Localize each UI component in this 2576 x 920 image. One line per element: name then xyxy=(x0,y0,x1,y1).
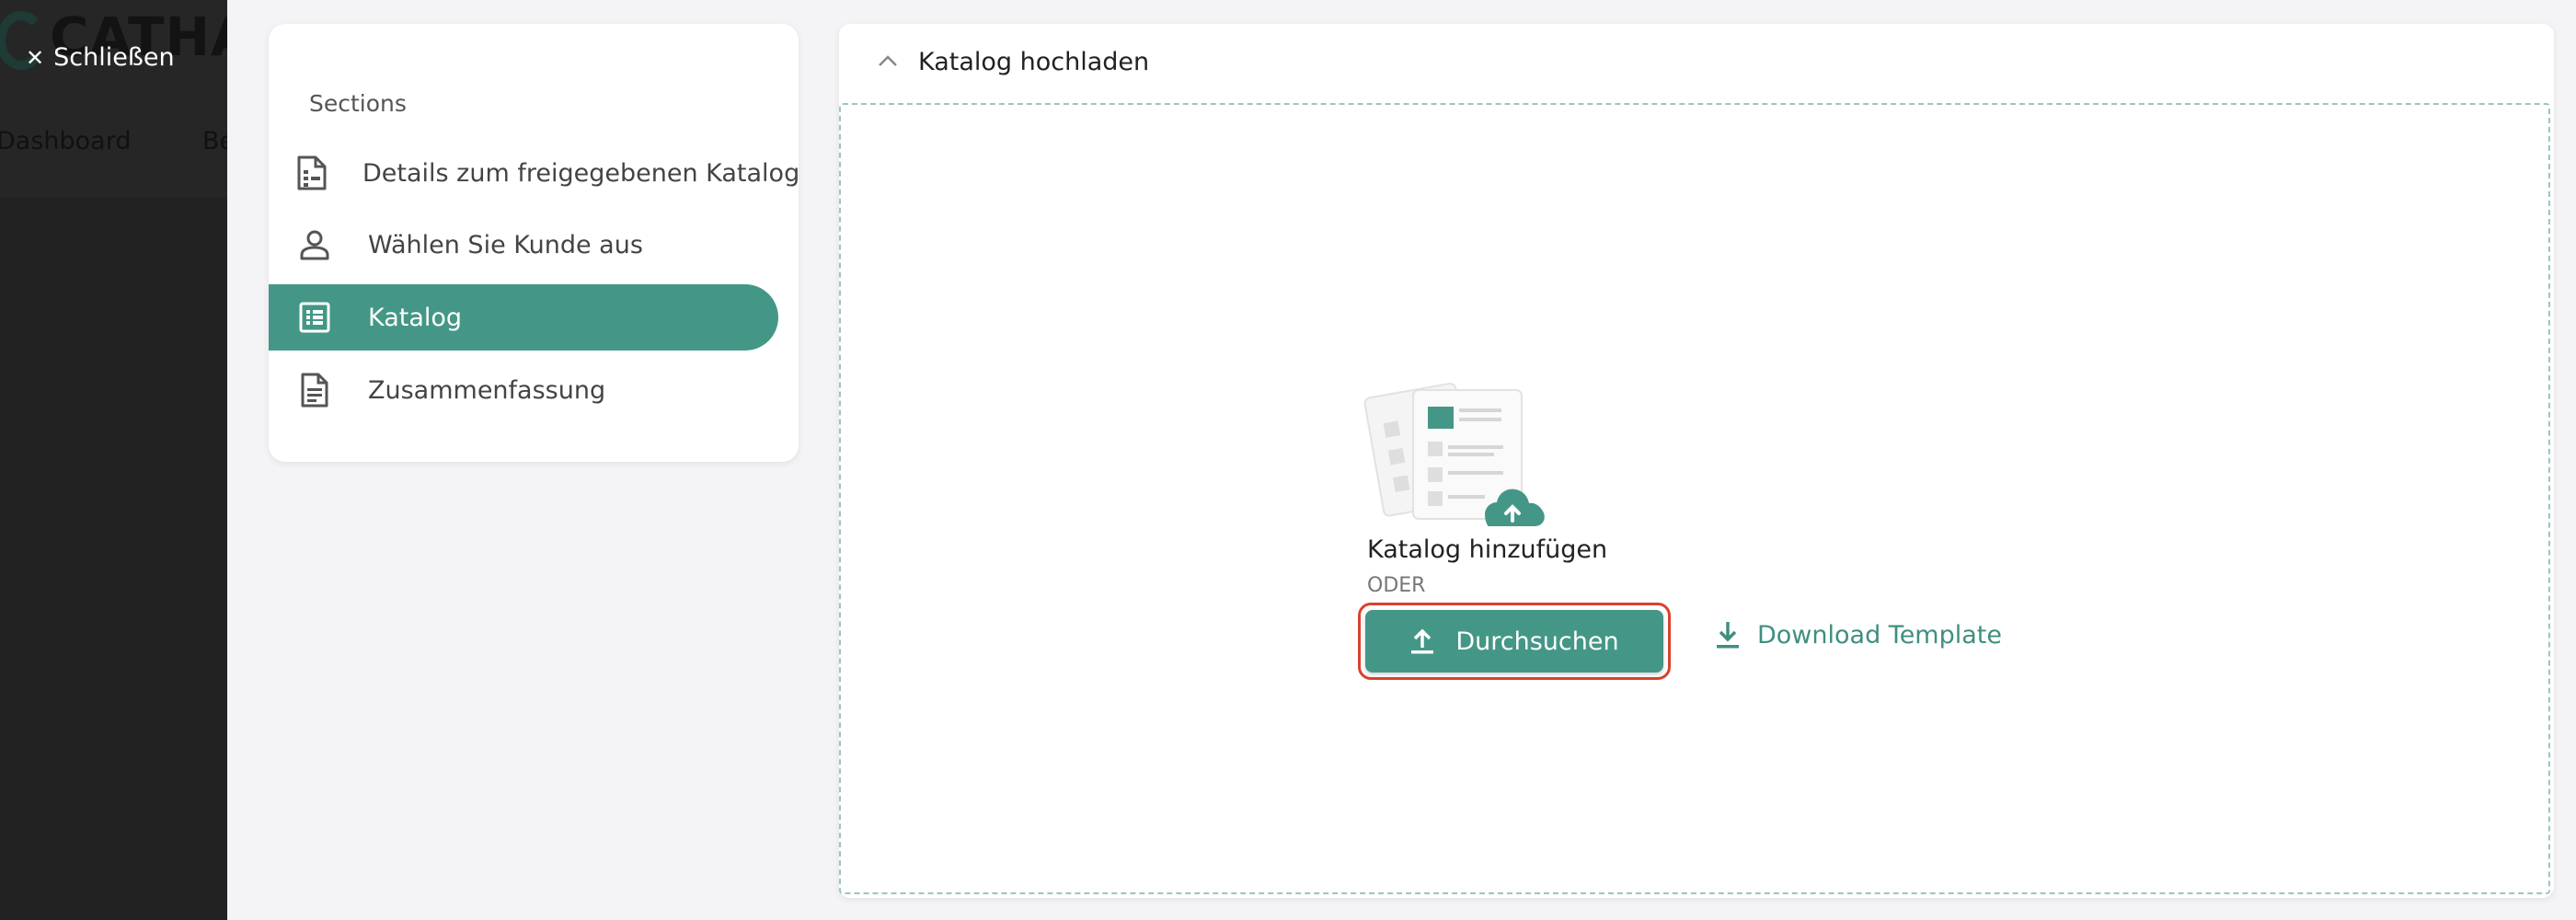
upload-panel: Katalog hochladen Katalog hinzufügen ODE… xyxy=(839,24,2554,898)
section-item-label: Zusammenfassung xyxy=(368,375,606,405)
download-icon xyxy=(1717,622,1739,649)
upload-illustration-icon xyxy=(1363,382,1545,526)
upload-icon xyxy=(1411,628,1434,654)
browse-button[interactable]: Durchsuchen xyxy=(1365,610,1663,673)
list-icon xyxy=(296,299,333,336)
panel-title: Katalog hochladen xyxy=(918,48,1150,76)
person-icon xyxy=(296,226,333,263)
browse-button-label: Durchsuchen xyxy=(1455,627,1619,656)
file-dropzone[interactable]: Katalog hinzufügen ODER Durchsuchen Down… xyxy=(839,103,2550,894)
nav-item-partial[interactable]: Be xyxy=(202,127,227,155)
document-icon xyxy=(296,372,333,408)
close-label: Schließen xyxy=(53,43,175,72)
panel-header[interactable]: Katalog hochladen xyxy=(839,24,2554,103)
section-item-details[interactable]: Details zum freigegebenen Katalog xyxy=(269,140,799,206)
sections-card: Sections Details zum freigegebenen Katal… xyxy=(269,24,799,462)
section-item-label: Wählen Sie Kunde aus xyxy=(368,230,643,259)
background-app-sidebar: CATHA ✕Schließen Dashboard Be xyxy=(0,0,227,920)
document-list-icon xyxy=(296,155,328,191)
download-template-link[interactable]: Download Template xyxy=(1715,620,2002,650)
close-icon: ✕ xyxy=(26,45,45,71)
chevron-up-icon[interactable] xyxy=(876,52,900,70)
section-item-customer[interactable]: Wählen Sie Kunde aus xyxy=(269,212,778,278)
add-catalog-text: Katalog hinzufügen xyxy=(1367,535,1608,564)
section-item-catalog[interactable]: Katalog xyxy=(269,284,778,351)
or-divider-text: ODER xyxy=(1367,574,1426,597)
nav-dashboard[interactable]: Dashboard xyxy=(0,127,131,155)
section-item-label: Details zum freigegebenen Katalog xyxy=(362,158,800,188)
close-button[interactable]: ✕ Schließen xyxy=(26,43,175,72)
section-item-label: Katalog xyxy=(368,303,463,332)
download-template-label: Download Template xyxy=(1757,620,2002,650)
section-item-summary[interactable]: Zusammenfassung xyxy=(269,357,778,423)
sections-title: Sections xyxy=(309,90,407,117)
